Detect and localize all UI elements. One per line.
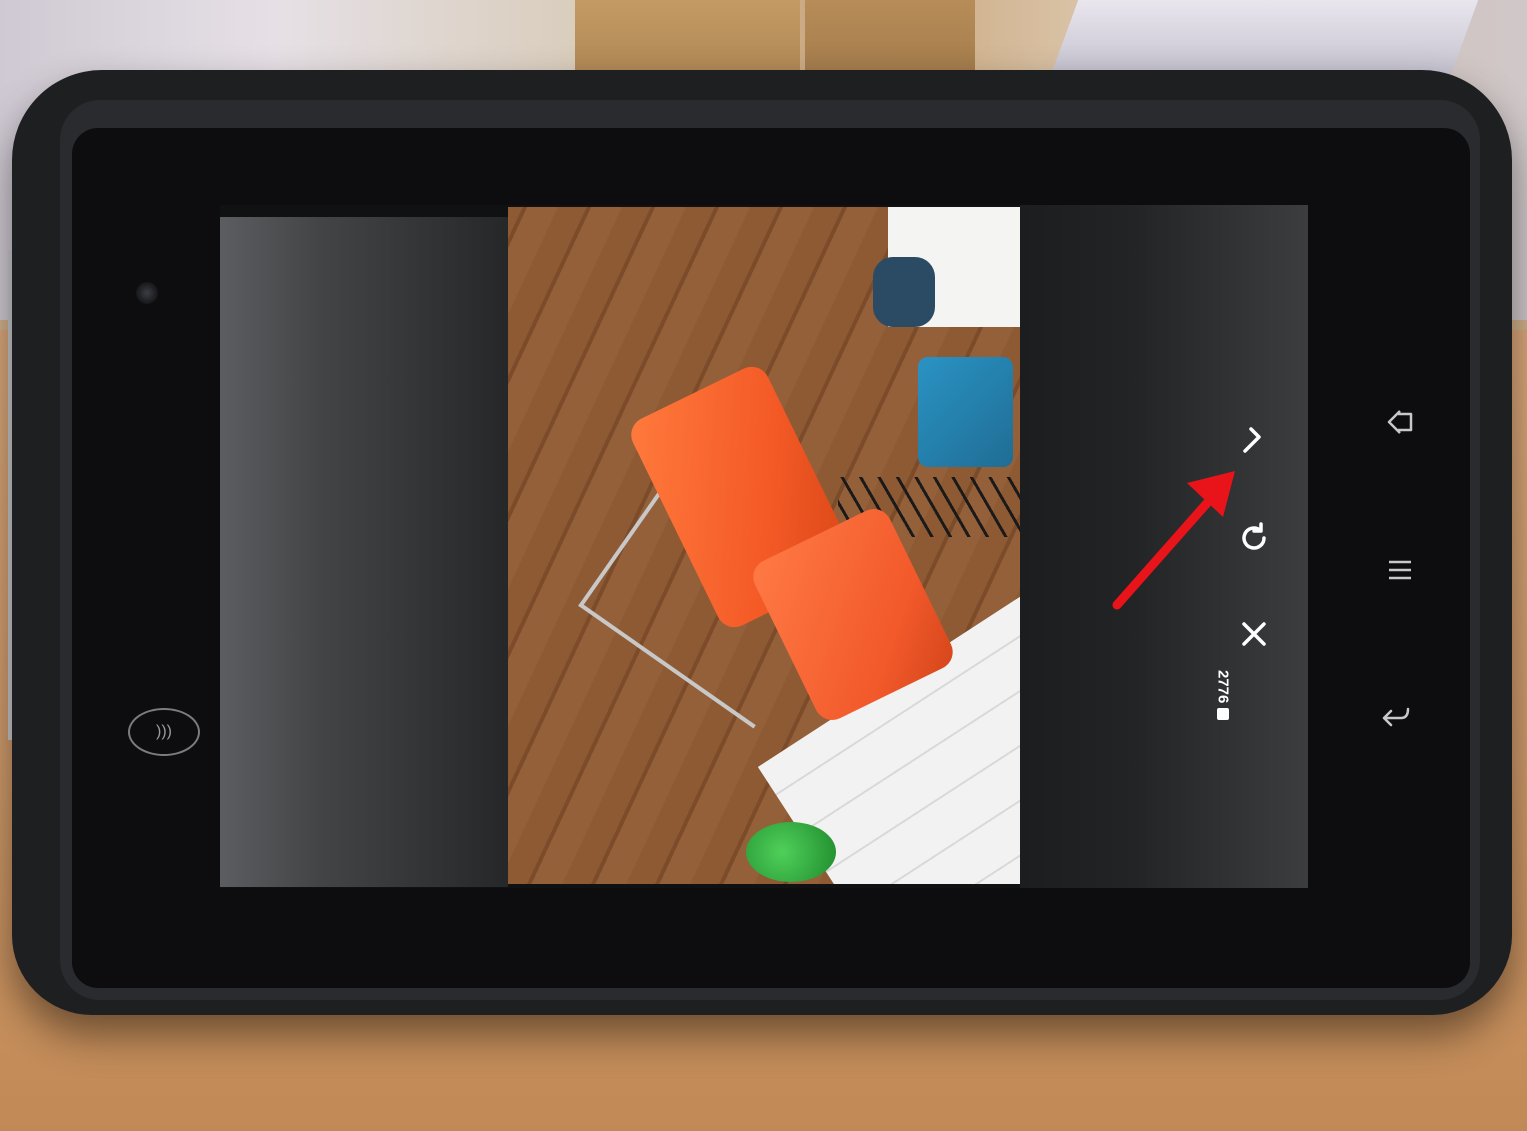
sd-card-icon bbox=[1217, 707, 1229, 720]
menu-icon bbox=[1389, 560, 1411, 580]
menu-button[interactable] bbox=[1378, 548, 1422, 592]
home-icon bbox=[1387, 410, 1413, 434]
check-icon bbox=[1243, 427, 1261, 453]
photo-blue-object bbox=[873, 257, 935, 327]
screen-left-panel bbox=[220, 217, 508, 887]
front-camera bbox=[136, 282, 158, 304]
photo-green-item bbox=[746, 822, 836, 882]
photo-scene: ))) 2776 bbox=[0, 0, 1527, 1131]
storage-indicator: 2776 bbox=[1208, 660, 1238, 730]
nfc-icon: ))) bbox=[128, 708, 200, 756]
storage-count: 2776 bbox=[1214, 670, 1232, 704]
photo-blue-chair bbox=[918, 357, 1013, 467]
back-icon bbox=[1382, 707, 1410, 727]
back-button[interactable] bbox=[1374, 696, 1418, 740]
captured-photo-preview bbox=[508, 207, 1020, 884]
home-button[interactable] bbox=[1378, 400, 1422, 444]
confirm-button[interactable] bbox=[1234, 420, 1274, 460]
annotation-arrow-icon bbox=[1112, 471, 1235, 610]
